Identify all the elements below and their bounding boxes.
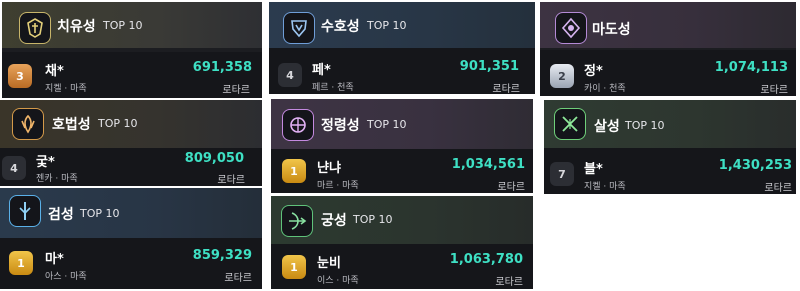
ranking-row[interactable]: 2 정* 카이 · 천족 1,074,113 로타르 — [540, 50, 796, 96]
player-server-race: 젠카 · 마족 — [36, 174, 78, 184]
player-score: 1,430,253 — [718, 158, 792, 173]
player-name: 페* — [312, 63, 331, 78]
class-name: 마도성 — [592, 22, 631, 38]
player-score: 809,050 — [184, 151, 244, 166]
ranking-row[interactable]: 1 마* 아스 · 마족 859,329 로타르 — [0, 238, 262, 289]
class-card-sorcerer[interactable]: 마도성 2 정* 카이 · 천족 1,074,113 로타르 — [540, 2, 796, 96]
player-name: 눈비 — [317, 256, 341, 271]
server-name: 로타르 — [764, 183, 792, 194]
player-server-race: 지켈 · 마족 — [45, 84, 87, 94]
player-server-race: 페르 · 천족 — [312, 83, 354, 93]
player-score: 1,074,113 — [714, 60, 788, 75]
class-name: 정령성 — [321, 118, 360, 134]
rank-badge: 2 — [550, 64, 574, 88]
top-label: TOP 10 — [625, 119, 665, 132]
rank-badge: 3 — [8, 64, 32, 88]
server-name: 로타르 — [497, 182, 525, 193]
server-name: 로타르 — [222, 85, 250, 96]
top-label: TOP 10 — [353, 213, 393, 226]
top-label: TOP 10 — [367, 118, 407, 131]
assassin-emblem-icon — [554, 108, 586, 140]
ranking-row[interactable]: 3 채* 지켈 · 마족 691,358 로타르 — [2, 52, 262, 98]
player-server-race: 지켈 · 마족 — [584, 182, 626, 192]
rank-badge: 4 — [2, 156, 26, 180]
top-label: TOP 10 — [367, 19, 407, 32]
player-server-race: 마르 · 마족 — [317, 181, 359, 191]
top-label: TOP 10 — [103, 19, 143, 32]
gladiator-emblem-icon — [9, 195, 41, 227]
guardian-emblem-icon — [283, 12, 315, 44]
server-name: 로타르 — [760, 85, 788, 96]
class-card-gladiator[interactable]: 검성 TOP 10 1 마* 아스 · 마족 859,329 로타르 — [0, 188, 262, 289]
class-card-templar[interactable]: 호법성 TOP 10 4 궃* 젠카 · 마족 809,050 로타르 — [0, 100, 262, 186]
rank-badge: 1 — [282, 159, 306, 183]
player-name: 정* — [584, 64, 603, 79]
spiritmaster-emblem-icon — [282, 109, 314, 141]
ranking-row[interactable]: 4 페* 페르 · 천족 901,351 로타르 — [269, 48, 535, 95]
ranking-row[interactable]: 1 눈비 이스 · 마족 1,063,780 로타르 — [271, 244, 533, 289]
player-score: 859,329 — [192, 248, 252, 263]
server-name: 로타르 — [224, 273, 252, 284]
class-name: 수호성 — [321, 19, 360, 35]
class-name: 살성 — [594, 119, 620, 135]
ranking-row[interactable]: 1 냔냐 마르 · 마족 1,034,561 로타르 — [271, 149, 533, 193]
class-name: 검성 — [48, 207, 74, 223]
ranger-emblem-icon — [281, 205, 313, 237]
class-card-assassin[interactable]: 살성 TOP 10 7 블* 지켈 · 마족 1,430,253 로타르 — [544, 100, 796, 194]
player-name: 블* — [584, 162, 603, 177]
class-card-ranger[interactable]: 궁성 TOP 10 1 눈비 이스 · 마족 1,063,780 로타르 — [271, 196, 533, 289]
player-score: 691,358 — [192, 60, 252, 75]
ranking-row[interactable]: 4 궃* 젠카 · 마족 809,050 로타르 — [0, 148, 262, 186]
top-label: TOP 10 — [98, 117, 138, 130]
player-server-race: 이스 · 마족 — [317, 276, 359, 286]
server-name: 로타르 — [495, 277, 523, 288]
player-server-race: 아스 · 마족 — [45, 272, 87, 282]
rank-badge: 1 — [282, 255, 306, 279]
player-score: 1,034,561 — [451, 157, 525, 172]
player-name: 냔냐 — [317, 161, 341, 176]
class-card-spiritmaster[interactable]: 정령성 TOP 10 1 냔냐 마르 · 마족 1,034,561 로타르 — [271, 99, 533, 193]
player-score: 901,351 — [459, 59, 519, 74]
class-name: 궁성 — [321, 213, 347, 229]
rank-badge: 4 — [278, 63, 302, 87]
templar-emblem-icon — [12, 108, 44, 140]
player-name: 채* — [45, 64, 64, 79]
server-name: 로타르 — [217, 175, 245, 186]
class-card-healer[interactable]: 치유성 TOP 10 3 채* 지켈 · 마족 691,358 로타르 — [2, 2, 262, 98]
player-name: 마* — [45, 252, 64, 267]
sorcerer-emblem-icon — [555, 12, 587, 44]
top-label: TOP 10 — [80, 207, 120, 220]
ranking-row[interactable]: 7 블* 지켈 · 마족 1,430,253 로타르 — [544, 148, 796, 194]
rank-badge: 1 — [9, 251, 33, 275]
rank-badge: 7 — [550, 162, 574, 186]
class-card-guardian[interactable]: 수호성 TOP 10 4 페* 페르 · 천족 901,351 로타르 — [269, 2, 535, 95]
class-name: 호법성 — [52, 117, 91, 133]
server-name: 로타르 — [492, 84, 520, 95]
class-name: 치유성 — [57, 19, 96, 35]
player-score: 1,063,780 — [449, 252, 523, 267]
player-server-race: 카이 · 천족 — [584, 84, 626, 94]
healer-emblem-icon — [19, 12, 51, 44]
player-name: 궃* — [36, 155, 55, 170]
